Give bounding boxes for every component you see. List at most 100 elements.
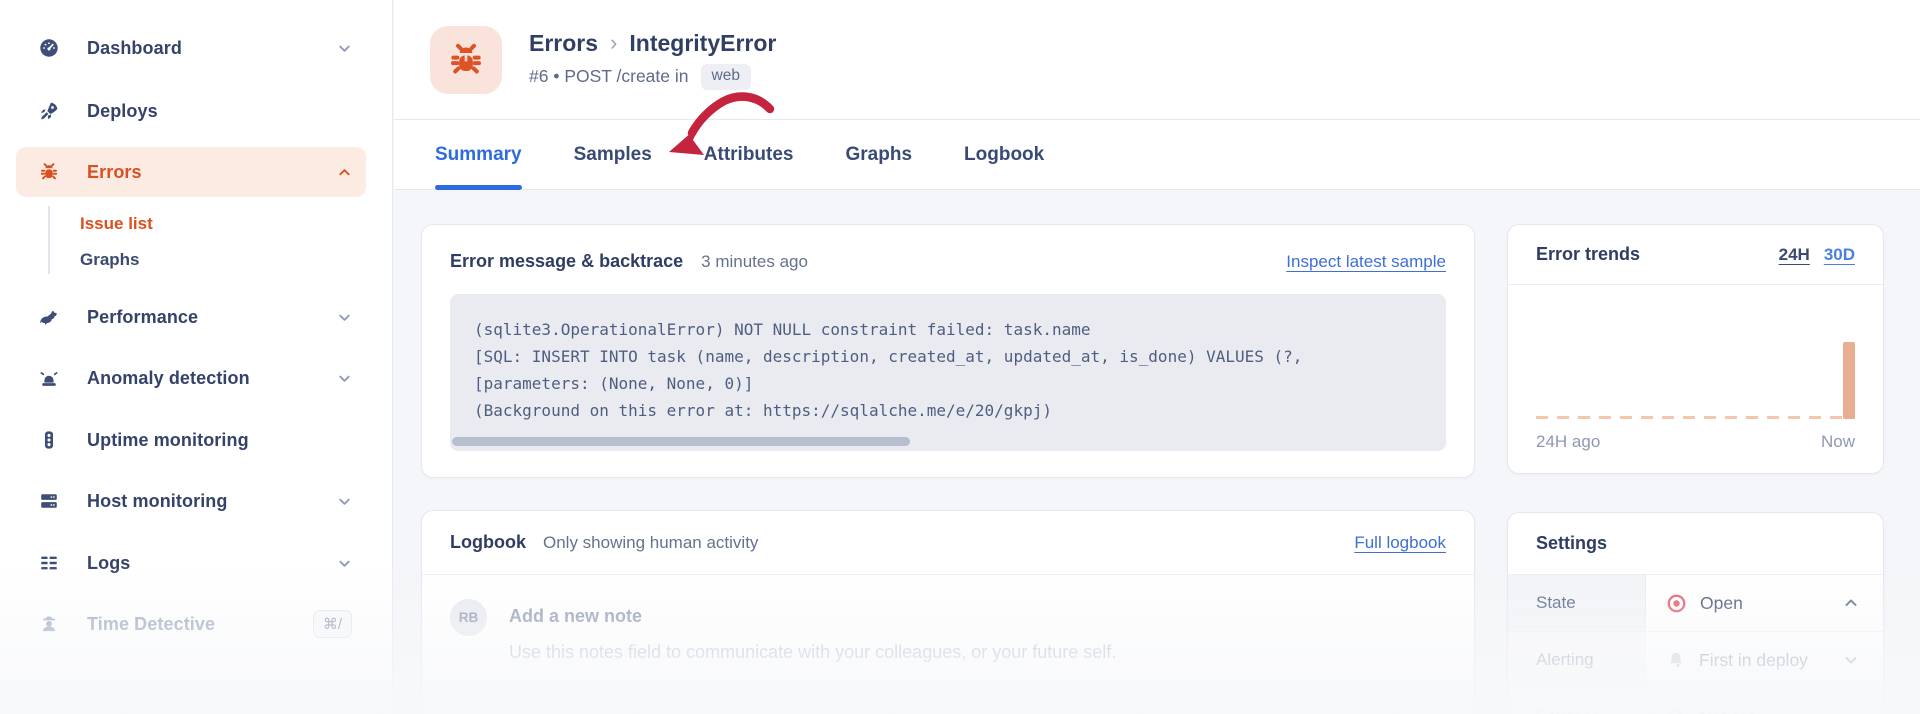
code-line: (sqlite3.OperationalError) NOT NULL cons… xyxy=(474,320,1091,339)
code-line: [parameters: (None, None, 0)] xyxy=(474,374,754,393)
breadcrumb-errors-link[interactable]: Errors xyxy=(529,30,598,57)
sidebar-item-host-monitoring[interactable]: Host monitoring xyxy=(16,477,366,525)
side-column: Error trends 24H 30D 24H ago Now Setting… xyxy=(1507,224,1884,714)
chevron-down-icon xyxy=(1843,652,1859,668)
chevron-up-icon xyxy=(1843,595,1859,611)
sidebar-item-label: Deploys xyxy=(87,100,158,121)
tab-attributes[interactable]: Attributes xyxy=(704,120,794,189)
chart-dashed-baseline xyxy=(1536,416,1855,419)
sidebar-item-label: Uptime monitoring xyxy=(87,429,249,450)
chevron-down-icon xyxy=(1843,709,1859,714)
breadcrumb-separator-icon: › xyxy=(610,30,618,55)
rocket-icon xyxy=(37,100,61,122)
inspect-latest-sample-link[interactable]: Inspect latest sample xyxy=(1286,252,1446,272)
error-trends-header: Error trends 24H 30D xyxy=(1508,225,1883,285)
rabbit-icon xyxy=(37,306,61,328)
code-line: (Background on this error at: https://sq… xyxy=(474,401,1052,420)
subnav-indent-line xyxy=(48,206,50,274)
server-icon xyxy=(37,490,61,512)
tab-logbook[interactable]: Logbook xyxy=(964,120,1044,189)
logbook-card-header: Logbook Only showing human activity Full… xyxy=(422,511,1474,575)
severity-dropdown[interactable]: Not set xyxy=(1646,689,1883,714)
sidebar-item-label: Host monitoring xyxy=(87,490,228,511)
bug-icon xyxy=(446,40,486,80)
sidebar-item-uptime-monitoring[interactable]: Uptime monitoring xyxy=(16,416,366,464)
error-backtrace-code-block: (sqlite3.OperationalError) NOT NULL cons… xyxy=(450,294,1446,451)
setting-label: Severity xyxy=(1508,689,1646,714)
header-text: Errors › IntegrityError #6 • POST /creat… xyxy=(529,30,776,90)
tab-graphs[interactable]: Graphs xyxy=(846,120,913,189)
setting-row-alerting: Alerting First in deploy xyxy=(1508,632,1883,689)
chevron-down-icon xyxy=(337,310,352,325)
alerting-dropdown[interactable]: First in deploy xyxy=(1646,632,1883,688)
sidebar-item-performance[interactable]: Performance xyxy=(16,293,366,341)
card-title: Error trends xyxy=(1536,244,1641,264)
range-24h-link[interactable]: 24H xyxy=(1779,245,1810,265)
chevron-down-icon xyxy=(337,371,352,386)
horizontal-scrollbar xyxy=(450,437,1446,446)
range-30d-link[interactable]: 30D xyxy=(1824,245,1855,265)
sidebar-item-label: Performance xyxy=(87,306,199,327)
code-line: [SQL: INSERT INTO task (name, descriptio… xyxy=(474,347,1303,366)
bug-icon xyxy=(37,161,61,183)
chart-x-axis-labels: 24H ago Now xyxy=(1508,419,1883,473)
chevron-down-icon xyxy=(337,494,352,509)
setting-value: First in deploy xyxy=(1699,649,1808,670)
logs-icon xyxy=(37,552,61,574)
main-area: Errors › IntegrityError #6 • POST /creat… xyxy=(394,0,1920,714)
sidebar-item-deploys[interactable]: Deploys xyxy=(16,87,366,135)
setting-label: State xyxy=(1508,575,1646,631)
main-column: Error message & backtrace 3 minutes ago … xyxy=(421,224,1475,714)
sidebar-subitem-graphs[interactable]: Graphs xyxy=(64,242,352,278)
setting-value: Open xyxy=(1700,592,1743,613)
sidebar-item-dashboard[interactable]: Dashboard xyxy=(16,24,366,72)
error-trends-card: Error trends 24H 30D 24H ago Now xyxy=(1507,224,1884,474)
settings-card: Settings State Open Alerting First in de… xyxy=(1507,512,1884,714)
chevron-up-icon xyxy=(337,165,352,180)
full-logbook-link[interactable]: Full logbook xyxy=(1354,533,1446,553)
card-title: Logbook xyxy=(450,532,526,552)
sidebar-item-logs[interactable]: Logs xyxy=(16,539,366,587)
horizontal-scrollbar-thumb[interactable] xyxy=(452,437,911,446)
sidebar-item-errors[interactable]: Errors xyxy=(16,147,366,197)
occurrence-text: #6 • POST /create in xyxy=(529,66,689,86)
traffic-light-icon xyxy=(37,429,61,451)
setting-row-severity: Severity Not set xyxy=(1508,689,1883,714)
note-input-area[interactable]: Add a new note Use this notes field to c… xyxy=(509,599,1116,663)
tab-label: Graphs xyxy=(845,143,913,165)
state-dropdown[interactable]: Open xyxy=(1646,575,1883,631)
setting-label: Alerting xyxy=(1508,632,1646,688)
chart-error-spike-bar xyxy=(1843,342,1855,419)
sidebar-subitem-issue-list[interactable]: Issue list xyxy=(64,206,352,242)
sidebar-item-anomaly-detection[interactable]: Anomaly detection xyxy=(16,354,366,402)
tab-summary[interactable]: Summary xyxy=(435,120,522,190)
setting-row-state: State Open xyxy=(1508,575,1883,632)
tab-label: Samples xyxy=(573,143,652,165)
sidebar-item-label: Dashboard xyxy=(87,37,182,58)
error-type-icon-tile xyxy=(430,25,502,94)
sidebar-item-label: Anomaly detection xyxy=(87,367,250,388)
logbook-filter-note: Only showing human activity xyxy=(542,533,759,552)
subitem-label: Graphs xyxy=(80,250,140,269)
detective-icon xyxy=(37,613,61,635)
error-occurrence-summary: #6 • POST /create in web xyxy=(529,63,776,90)
siren-icon xyxy=(37,367,61,389)
keyboard-shortcut-badge: ⌘/ xyxy=(312,610,352,638)
setting-value: Not set xyxy=(1699,707,1754,714)
sidebar-item-label: Errors xyxy=(87,161,142,182)
error-message-card: Error message & backtrace 3 minutes ago … xyxy=(421,224,1475,478)
tab-samples[interactable]: Samples xyxy=(574,120,652,189)
avatar: RB xyxy=(450,599,487,636)
breadcrumb: Errors › IntegrityError xyxy=(529,30,776,57)
sidebar-item-time-detective[interactable]: Time Detective ⌘/ xyxy=(16,600,366,648)
error-message-card-header: Error message & backtrace 3 minutes ago … xyxy=(422,225,1474,292)
add-note-row: RB Add a new note Use this notes field t… xyxy=(422,575,1474,714)
bell-deploy-icon xyxy=(1666,650,1686,670)
x-axis-end-label: Now xyxy=(1820,432,1855,451)
tab-label: Logbook xyxy=(964,143,1045,165)
last-occurrence-timestamp: 3 minutes ago xyxy=(701,252,808,271)
content-area: Error message & backtrace 3 minutes ago … xyxy=(394,190,1920,714)
note-input-placeholder: Use this notes field to communicate with… xyxy=(509,642,1117,662)
sidebar-item-label: Time Detective xyxy=(87,613,216,634)
sidebar: Dashboard Deploys Errors Issue list Grap… xyxy=(0,0,393,714)
